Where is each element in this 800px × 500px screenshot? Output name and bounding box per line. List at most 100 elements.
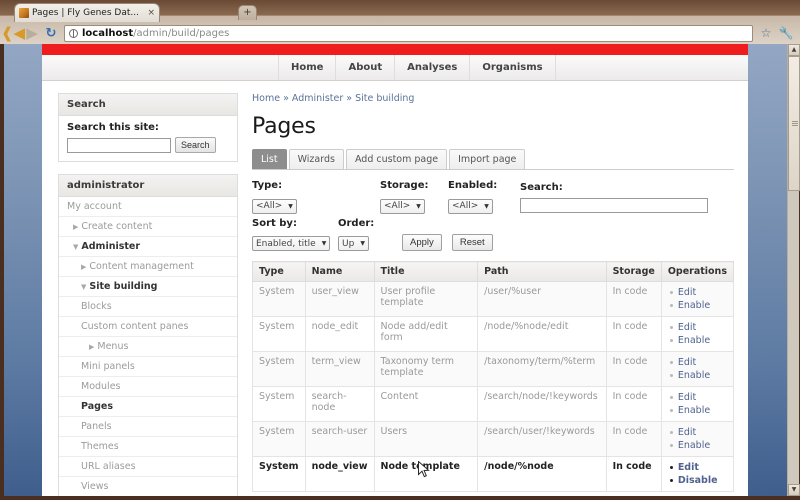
- browser-navbar: ❰◀ ▶ ↻ localhost/admin/build/pages ☆ 🔧: [0, 22, 800, 44]
- scroll-up-button[interactable]: ▲: [788, 44, 800, 56]
- cell-type: System: [252, 316, 306, 352]
- disable-link[interactable]: Disable: [678, 475, 718, 486]
- url-bar[interactable]: localhost/admin/build/pages: [64, 24, 753, 42]
- list-item: Edit: [669, 461, 727, 474]
- mouse-cursor: [418, 461, 430, 478]
- edit-link[interactable]: Edit: [678, 392, 696, 403]
- admin-menu-block: administrator My account ▶ Create content ▼…: [58, 174, 238, 496]
- sort-by-label: Sort by:: [252, 217, 297, 229]
- column-title[interactable]: Title: [373, 261, 479, 282]
- enable-link[interactable]: Enable: [678, 405, 710, 416]
- scrollbar-thumb[interactable]: [788, 56, 800, 191]
- browser-tab-1[interactable]: Pages | Fly Genes Dat... ×: [14, 3, 160, 22]
- sidebar-item-label: Modules: [81, 380, 121, 392]
- sidebar-item-views[interactable]: Views: [59, 477, 237, 496]
- cell-path: /search/user/!keywords: [477, 421, 607, 457]
- sidebar-item-administer[interactable]: ▼ Administer: [59, 237, 237, 257]
- tab-add-custom-page[interactable]: Add custom page: [345, 149, 448, 169]
- sidebar-item-label: Blocks: [81, 300, 112, 312]
- sidebar-item-pages[interactable]: Pages: [59, 397, 237, 417]
- browser-tab-1-label: Pages | Fly Genes Dat...: [32, 8, 139, 18]
- sort-by-select[interactable]: Enabled, title ▼: [252, 236, 331, 251]
- list-item: Enable: [669, 369, 727, 382]
- chevron-right-icon: ▶: [89, 342, 95, 351]
- edit-link[interactable]: Edit: [678, 322, 696, 333]
- chevron-down-icon: ▼: [416, 202, 421, 210]
- sidebar-item-label: Pages: [81, 400, 114, 412]
- chevron-right-icon: ▶: [73, 222, 79, 231]
- cell-name: term_view: [304, 351, 375, 387]
- enable-link[interactable]: Enable: [678, 370, 710, 381]
- list-item: Edit: [669, 391, 727, 404]
- sidebar-item-site-building[interactable]: ▼ Site building: [59, 277, 237, 297]
- reload-icon[interactable]: ↻: [42, 24, 60, 42]
- sidebar-item-themes[interactable]: Themes: [59, 437, 237, 457]
- chevron-down-icon: ▼: [360, 240, 365, 247]
- nav-home[interactable]: Home: [278, 55, 337, 80]
- sidebar-item-menus[interactable]: ▶ Menus: [59, 337, 237, 357]
- list-item: Disable: [669, 474, 727, 487]
- cell-title: User profile template: [373, 281, 479, 317]
- order-select[interactable]: Up ▼: [338, 236, 369, 251]
- type-filter-select[interactable]: <All> ▼: [252, 198, 297, 214]
- edit-link[interactable]: Edit: [678, 287, 696, 298]
- sidebar-item-custom-content-panes[interactable]: Custom content panes: [59, 317, 237, 337]
- search-block-title: Search: [59, 94, 237, 116]
- enable-link[interactable]: Enable: [678, 335, 710, 346]
- storage-filter-select[interactable]: <All> ▼: [380, 198, 425, 214]
- sidebar-item-panels[interactable]: Panels: [59, 417, 237, 437]
- sidebar-item-content-management[interactable]: ▶ Content management: [59, 257, 237, 277]
- order-label: Order:: [338, 217, 375, 229]
- forward-arrow-icon[interactable]: ▶: [23, 24, 41, 42]
- column-type[interactable]: Type: [252, 261, 306, 282]
- new-tab-button[interactable]: +: [238, 5, 257, 20]
- apply-button[interactable]: Apply: [402, 234, 442, 251]
- scroll-down-button[interactable]: ▼: [788, 484, 800, 496]
- list-item: Enable: [669, 334, 727, 347]
- enabled-filter-label: Enabled:: [448, 180, 498, 191]
- page-body: Search Search this site: Search administ…: [42, 81, 748, 496]
- edit-link[interactable]: Edit: [678, 427, 696, 438]
- cell-operations: Edit Enable: [660, 386, 735, 422]
- edit-link[interactable]: Edit: [678, 357, 696, 368]
- main-content: Home » Administer » Site building Pages …: [238, 93, 748, 496]
- nav-about[interactable]: About: [336, 55, 396, 80]
- enabled-filter-select[interactable]: <All> ▼: [448, 198, 493, 214]
- column-path[interactable]: Path: [477, 261, 607, 282]
- table-header-row: Type Name Title Path Storage Operations: [252, 261, 735, 282]
- tab-list[interactable]: List: [252, 149, 287, 169]
- chevron-down-icon: ▼: [288, 202, 293, 210]
- column-name[interactable]: Name: [304, 261, 375, 282]
- tab-import-page[interactable]: Import page: [449, 149, 526, 169]
- edit-link[interactable]: Edit: [678, 462, 699, 473]
- list-item: Edit: [669, 356, 727, 369]
- sidebar-item-url-aliases[interactable]: URL aliases: [59, 457, 237, 477]
- sidebar-item-label: URL aliases: [81, 460, 136, 472]
- close-icon[interactable]: ×: [147, 8, 155, 18]
- search-input[interactable]: [67, 137, 171, 153]
- wrench-menu-icon[interactable]: 🔧: [776, 24, 796, 42]
- table-row: System search-node Content/search/node/!ke…: [252, 386, 735, 422]
- sidebar-item-create-content[interactable]: ▶ Create content: [59, 217, 237, 237]
- nav-analyses[interactable]: Analyses: [395, 55, 471, 80]
- chevron-down-icon: ▼: [73, 242, 79, 251]
- enable-link[interactable]: Enable: [678, 300, 710, 311]
- search-filter-input[interactable]: [520, 197, 708, 213]
- enable-link[interactable]: Enable: [678, 440, 710, 451]
- sidebar-item-blocks[interactable]: Blocks: [59, 297, 237, 317]
- search-button[interactable]: Search: [175, 137, 216, 153]
- search-block: Search Search this site: Search: [58, 93, 238, 162]
- sidebar-item-mini-panels[interactable]: Mini panels: [59, 357, 237, 377]
- back-arrow-icon[interactable]: ❰◀: [1, 24, 25, 42]
- sidebar-item-my-account[interactable]: My account: [59, 197, 237, 217]
- sidebar-item-modules[interactable]: Modules: [59, 377, 237, 397]
- bookmark-star-icon[interactable]: ☆: [756, 24, 776, 42]
- vertical-scrollbar[interactable]: ▲ ▼: [787, 44, 800, 496]
- cell-name: search-user: [304, 421, 375, 457]
- tab-wizards[interactable]: Wizards: [288, 149, 344, 169]
- reset-button[interactable]: Reset: [451, 234, 493, 251]
- nav-organisms[interactable]: Organisms: [470, 55, 556, 80]
- cell-storage: In code: [605, 281, 662, 317]
- operations-list: Edit Enable: [668, 321, 727, 347]
- column-storage[interactable]: Storage: [605, 261, 662, 282]
